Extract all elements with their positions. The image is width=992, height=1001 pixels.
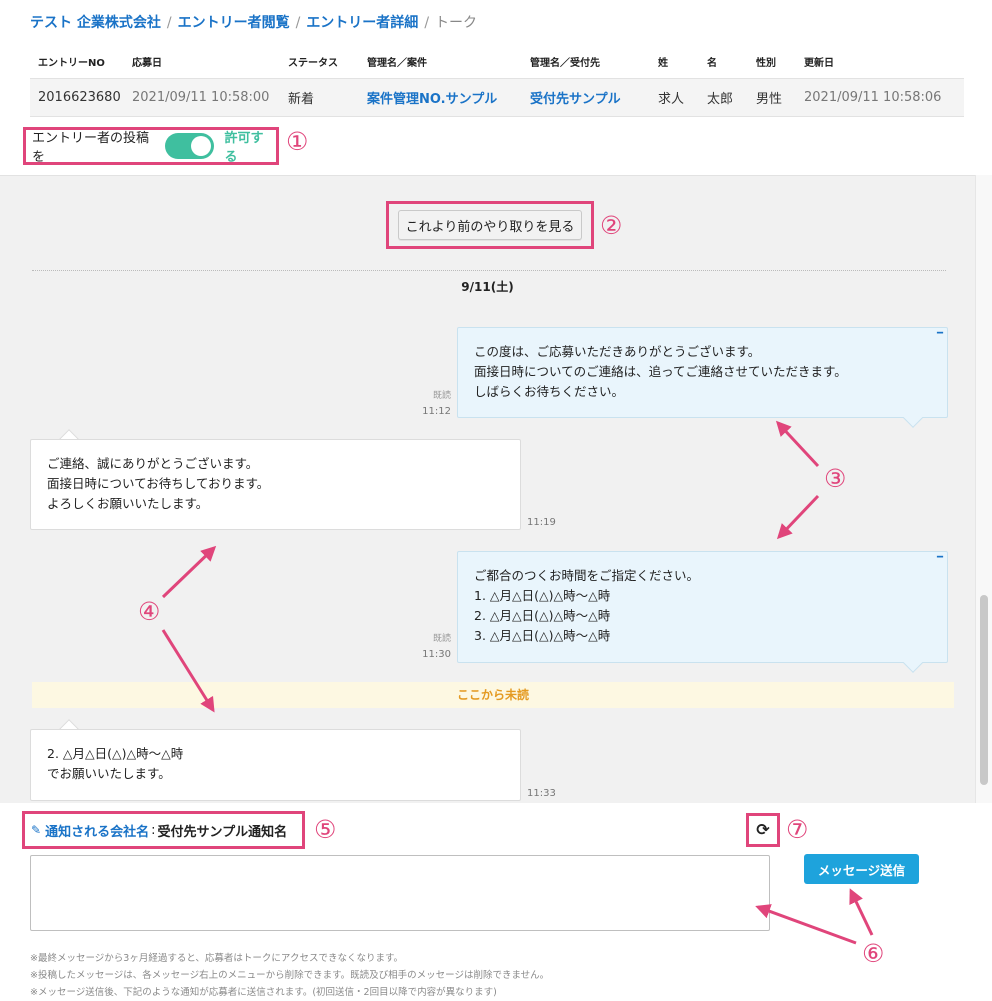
- breadcrumb-company[interactable]: テスト 企業株式会社: [30, 15, 161, 31]
- message-bubble-received: 2. △月△日(△)△時～△時 でお願いいたします。: [30, 729, 521, 801]
- header-first-name: 名: [707, 58, 717, 70]
- note-line: ※メッセージ送信後、下記のような通知が応募者に送信されます。(初回送信・2回目以…: [30, 987, 497, 998]
- message-bubble-sent: ━ この度は、ご応募いただきありがとうございます。 面接日時についてのご連絡は、…: [457, 327, 948, 418]
- message-time: 11:19: [527, 517, 556, 528]
- breadcrumb: テスト 企業株式会社 / エントリー者閲覧 / エントリー者詳細 / トーク: [30, 12, 477, 32]
- callout-4: ④: [138, 597, 161, 626]
- message-line: 1. △月△日(△)△時～△時: [474, 588, 611, 603]
- callout-2: ②: [600, 211, 623, 240]
- load-older-button[interactable]: これより前のやり取りを見る: [398, 210, 582, 240]
- notes: ※最終メッセージから3ヶ月経過すると、応募者はトークにアクセスできなくなります。…: [30, 950, 549, 1001]
- refresh-button[interactable]: ⟳: [746, 813, 780, 847]
- allow-post-highlight: エントリー者の投稿を 許可する: [23, 127, 279, 165]
- dash-menu-icon[interactable]: ━: [937, 553, 943, 563]
- arrow-6-up: [849, 888, 874, 936]
- cell-receiver-link[interactable]: 受付先サンプル: [522, 77, 650, 117]
- header-entry-no: エントリーNO: [38, 58, 105, 70]
- notify-company-highlight: ✎ 通知される会社名 : 受付先サンプル通知名: [22, 811, 305, 849]
- allow-post-label: エントリー者の投稿を: [32, 131, 150, 165]
- cell-gender: 男性: [748, 77, 796, 117]
- message-line: よろしくお願いいたします。: [47, 496, 209, 511]
- send-message-button[interactable]: メッセージ送信: [804, 854, 919, 884]
- message-line: この度は、ご応募いただきありがとうございます。: [474, 344, 761, 359]
- date-label: 9/11(土): [461, 280, 514, 294]
- callout-6: ⑥: [862, 939, 885, 968]
- header-apply-date: 応募日: [132, 58, 162, 70]
- message-time: 11:12: [422, 406, 451, 417]
- header-updated: 更新日: [804, 58, 834, 70]
- date-divider: [32, 270, 946, 271]
- message-line: 3. △月△日(△)△時～△時: [474, 628, 611, 643]
- message-bubble-received: ご連絡、誠にありがとうございます。 面接日時についてお待ちしております。 よろし…: [30, 439, 521, 530]
- breadcrumb-separator: /: [166, 15, 172, 31]
- cell-first-name: 太郎: [699, 77, 748, 117]
- note-line: ※投稿したメッセージは、各メッセージ右上のメニューから削除できます。既読及び相手…: [30, 970, 550, 981]
- message-line: でお願いいたします。: [47, 766, 171, 781]
- cell-status: 新着: [280, 77, 359, 117]
- message-line: 面接日時についてのご連絡は、追ってご連絡させていただきます。: [474, 364, 847, 379]
- message-line: ご都合のつくお時間をご指定ください。: [474, 568, 700, 583]
- notify-company-label[interactable]: 通知される会社名: [45, 821, 149, 840]
- message-meta: 既読 11:12: [400, 388, 451, 420]
- older-button-highlight: これより前のやり取りを見る: [386, 201, 594, 249]
- read-status: 既読: [432, 634, 451, 644]
- breadcrumb-current: トーク: [435, 15, 478, 31]
- scroll-thumb[interactable]: [980, 595, 988, 785]
- allow-post-toggle[interactable]: [164, 133, 215, 159]
- entry-info-table: エントリーNO 応募日 ステータス 管理名／案件 管理名／受付先 姓 名 性別 …: [30, 46, 964, 117]
- message-line: ご連絡、誠にありがとうございます。: [47, 456, 259, 471]
- breadcrumb-entry-list[interactable]: エントリー者閲覧: [178, 15, 290, 31]
- header-receiver: 管理名／受付先: [530, 58, 600, 70]
- cell-entry-no: 2016623680: [30, 77, 124, 117]
- message-line: 2. △月△日(△)△時～△時: [474, 608, 611, 623]
- message-line: しばらくお待ちください。: [474, 384, 625, 399]
- pencil-icon[interactable]: ✎: [31, 823, 41, 837]
- breadcrumb-separator: /: [295, 15, 301, 31]
- dash-menu-icon[interactable]: ━: [937, 329, 943, 339]
- callout-7: ⑦: [786, 815, 809, 844]
- message-input[interactable]: [30, 855, 770, 931]
- refresh-icon: ⟳: [756, 820, 770, 839]
- callout-3: ③: [824, 464, 847, 493]
- breadcrumb-separator: /: [424, 15, 430, 31]
- callout-1: ①: [286, 127, 309, 156]
- cell-last-name: 求人: [650, 77, 699, 117]
- cell-updated: 2021/09/11 10:58:06: [796, 77, 964, 117]
- toggle-knob: [191, 136, 212, 156]
- message-line: 面接日時についてお待ちしております。: [47, 476, 270, 491]
- chat-scrollbar[interactable]: [975, 175, 992, 803]
- cell-apply-date: 2021/09/11 10:58:00: [124, 77, 280, 117]
- message-bubble-sent: ━ ご都合のつくお時間をご指定ください。 1. △月△日(△)△時～△時 2. …: [457, 551, 948, 663]
- cell-project-link[interactable]: 案件管理NO.サンプル: [359, 77, 522, 117]
- allow-post-state: 許可する: [224, 131, 264, 165]
- header-gender: 性別: [756, 58, 776, 70]
- table-header-row: エントリーNO 応募日 ステータス 管理名／案件 管理名／受付先 姓 名 性別 …: [30, 46, 964, 78]
- header-last-name: 姓: [658, 58, 668, 70]
- header-status: ステータス: [288, 58, 338, 70]
- notify-colon: :: [151, 822, 156, 838]
- unread-divider: ここから未読: [32, 682, 954, 708]
- message-meta: 既読 11:30: [400, 631, 451, 663]
- notify-company-value: 受付先サンプル通知名: [157, 824, 288, 840]
- header-project: 管理名／案件: [367, 58, 427, 70]
- read-status: 既読: [432, 391, 451, 401]
- callout-5: ⑤: [314, 815, 337, 844]
- breadcrumb-entry-detail[interactable]: エントリー者詳細: [306, 15, 418, 31]
- table-row: 2016623680 2021/09/11 10:58:00 新着 案件管理NO…: [30, 77, 964, 117]
- note-line: ※最終メッセージから3ヶ月経過すると、応募者はトークにアクセスできなくなります。: [30, 953, 404, 964]
- message-line: 2. △月△日(△)△時～△時: [47, 746, 184, 761]
- message-time: 11:30: [422, 649, 451, 660]
- message-time: 11:33: [527, 788, 556, 799]
- arrow-6-left: [755, 904, 857, 945]
